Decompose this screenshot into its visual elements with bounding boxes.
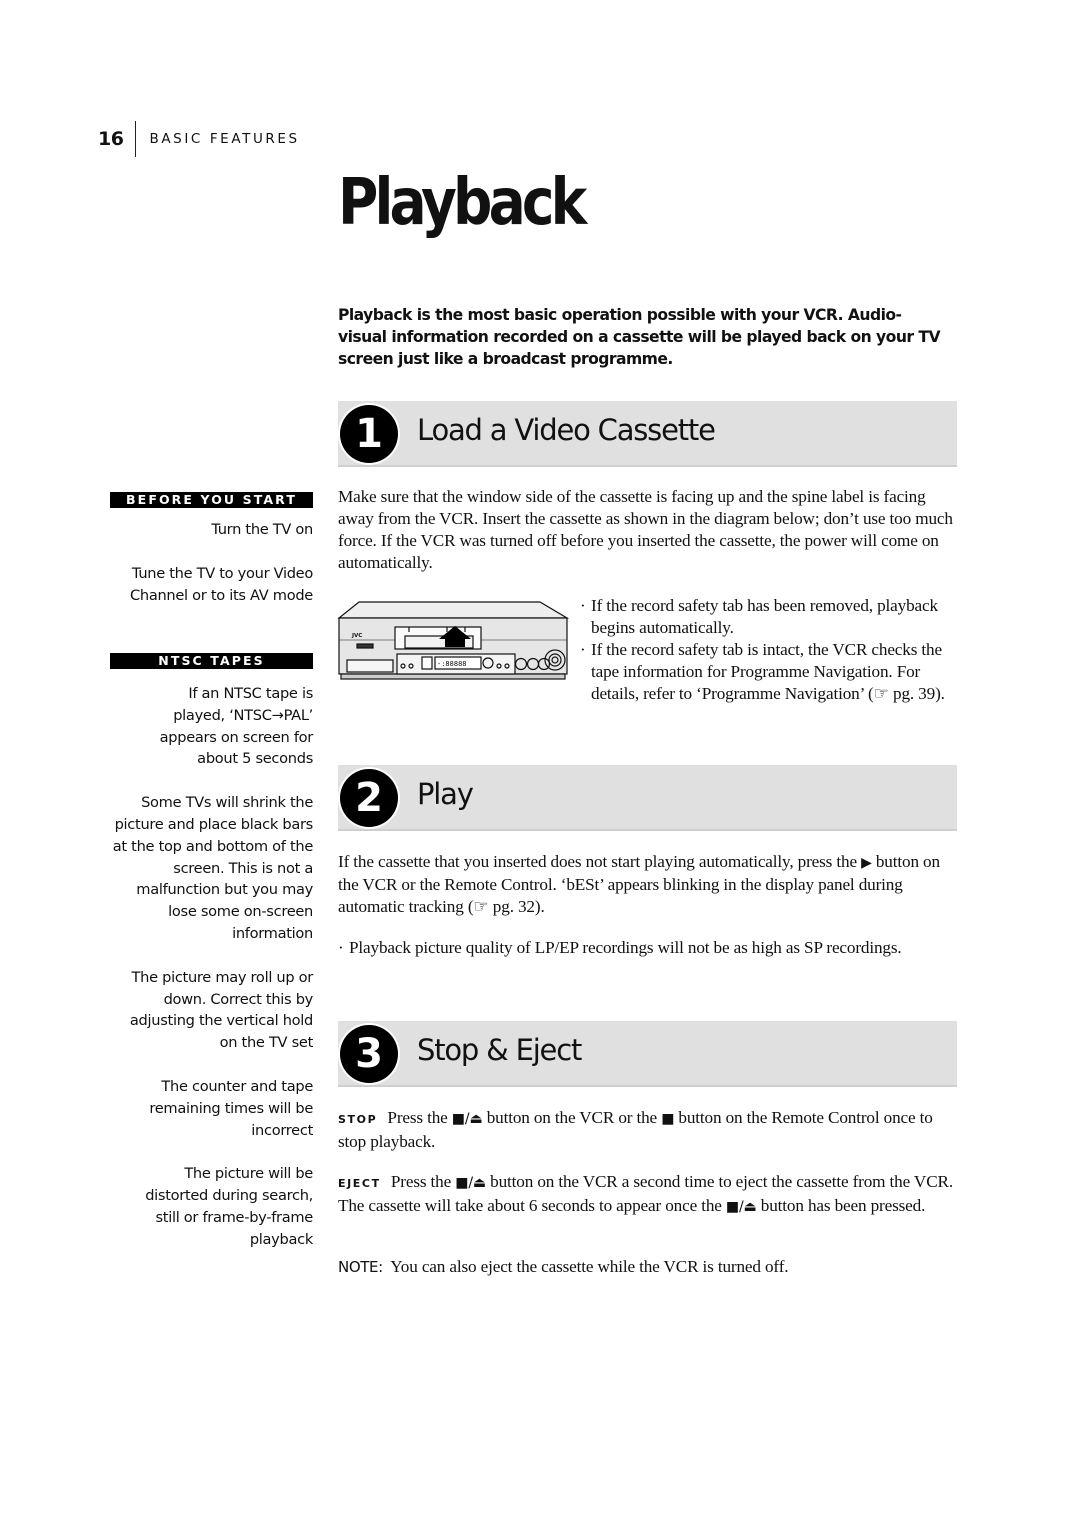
vcr-brand: JVC	[351, 633, 362, 639]
sidebar-ntsc-tapes: NTSC TAPES If an NTSC tape is played, ‘N…	[110, 653, 313, 1251]
play-icon: ▶	[861, 855, 872, 871]
step-2-body: If the cassette that you inserted does n…	[338, 851, 958, 918]
body-text: button has been pressed.	[760, 1196, 926, 1215]
page-number: 16	[98, 128, 124, 150]
sidebar-item: Turn the TV on	[211, 521, 313, 538]
step-2-bullets: Playback picture quality of LP/EP record…	[338, 937, 958, 959]
sidebar-heading: NTSC TAPES	[110, 653, 313, 669]
sidebar-before-you-start: BEFORE YOU START Turn the TV on Tune the…	[110, 492, 313, 606]
sidebar-item: Tune the TV to your Video Channel or to …	[130, 564, 313, 604]
bullet-item: Playback picture quality of LP/EP record…	[338, 937, 958, 959]
sidebar-item: The picture will be distorted during sea…	[145, 1165, 313, 1248]
step-title: Play	[417, 777, 474, 811]
step-number-badge: 3	[340, 1025, 398, 1083]
vcr-display: -:88888	[437, 660, 467, 668]
step-number-badge: 2	[340, 769, 398, 827]
bullet-item: If the record safety tab has been remove…	[580, 595, 960, 639]
body-text: Press the	[387, 1108, 448, 1127]
note-label: NOTE:	[338, 1258, 383, 1276]
step-1-bullets: If the record safety tab has been remove…	[580, 595, 960, 705]
sidebar-item: Some TVs will shrink the picture and pla…	[112, 794, 314, 942]
bullet-item: If the record safety tab is intact, the …	[580, 639, 960, 705]
step-number-badge: 1	[340, 405, 398, 463]
body-text: button on the VCR or the	[486, 1108, 658, 1127]
sidebar-heading: BEFORE YOU START	[110, 492, 313, 508]
body-text: If the cassette that you inserted does n…	[338, 852, 857, 871]
page-title: Playback	[338, 166, 587, 240]
sidebar-item: If an NTSC tape is played, ‘NTSC→PAL’ ap…	[159, 685, 314, 768]
stop-eject-icon: ■/⏏	[451, 1111, 483, 1127]
stop-eject-icon: ■/⏏	[725, 1199, 757, 1215]
intro-paragraph: Playback is the most basic operation pos…	[338, 306, 941, 368]
stop-eject-icon: ■/⏏	[455, 1175, 486, 1191]
step-title: Load a Video Cassette	[417, 413, 716, 447]
sidebar-item: The counter and tape remaining times wil…	[149, 1077, 313, 1139]
body-text: Press the	[390, 1172, 452, 1191]
stop-paragraph: STOP Press the ■/⏏ button on the VCR or …	[338, 1107, 958, 1153]
note-paragraph: NOTE: You can also eject the cassette wh…	[338, 1256, 958, 1278]
sidebar-item: The picture may roll up or down. Correct…	[129, 968, 313, 1052]
running-header: 16 BASIC FEATURES	[98, 121, 300, 157]
step-title: Stop & Eject	[417, 1033, 582, 1067]
section-name: BASIC FEATURES	[149, 131, 300, 147]
step-1-header: 1 Load a Video Cassette	[338, 401, 957, 467]
note-text: You can also eject the cassette while th…	[390, 1257, 789, 1276]
eject-label: EJECT	[338, 1177, 381, 1190]
vcr-illustration: JVC -:88888	[337, 601, 569, 680]
header-divider	[135, 121, 137, 157]
step-1-body: Make sure that the window side of the ca…	[338, 487, 953, 572]
stop-label: STOP	[338, 1113, 378, 1126]
step-3-header: 3 Stop & Eject	[338, 1021, 957, 1087]
stop-icon: ■	[661, 1111, 675, 1127]
eject-paragraph: EJECT Press the ■/⏏ button on the VCR a …	[338, 1171, 958, 1218]
step-2-header: 2 Play	[338, 765, 957, 831]
